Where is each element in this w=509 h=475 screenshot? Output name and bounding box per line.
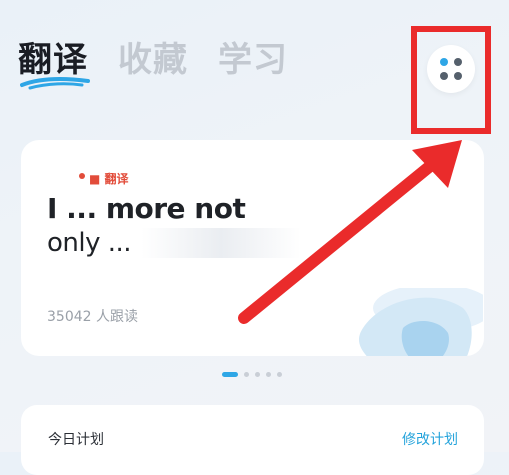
annotation-highlight-box: [411, 26, 491, 134]
carousel-dot[interactable]: [277, 372, 282, 377]
carousel-indicator: [222, 372, 282, 377]
carousel-dot[interactable]: [244, 372, 249, 377]
tab-bar: 翻译 收藏 学习: [18, 40, 288, 90]
featured-sentence-card[interactable]: ■ 翻译 I ... more not only ... 35042 人跟读: [21, 140, 484, 356]
tab-translate[interactable]: 翻译: [18, 40, 90, 90]
plan-title: 今日计划: [48, 432, 104, 448]
tab-translate-label: 翻译: [18, 40, 88, 80]
tab-favorites[interactable]: 收藏: [118, 40, 188, 80]
illustration-image: [359, 288, 483, 356]
carousel-dot-active[interactable]: [222, 372, 238, 377]
text-blur-overlay: [141, 228, 301, 258]
edit-plan-link[interactable]: 修改计划: [402, 429, 458, 449]
sentence-line-2: only ...: [47, 228, 132, 258]
carousel-dot[interactable]: [266, 372, 271, 377]
sentence-line-1: I ... more not: [47, 192, 246, 225]
tag-dot: [79, 173, 85, 179]
today-plan-card: 今日计划 修改计划: [21, 405, 484, 475]
reader-count: 35042 人跟读: [47, 309, 138, 325]
tab-learn[interactable]: 学习: [218, 40, 288, 80]
tab-active-underline: [20, 77, 90, 90]
card-tag: ■ 翻译: [89, 172, 129, 186]
carousel-dot[interactable]: [255, 372, 260, 377]
tab-learn-label: 学习: [218, 40, 288, 80]
tab-favorites-label: 收藏: [118, 40, 188, 80]
